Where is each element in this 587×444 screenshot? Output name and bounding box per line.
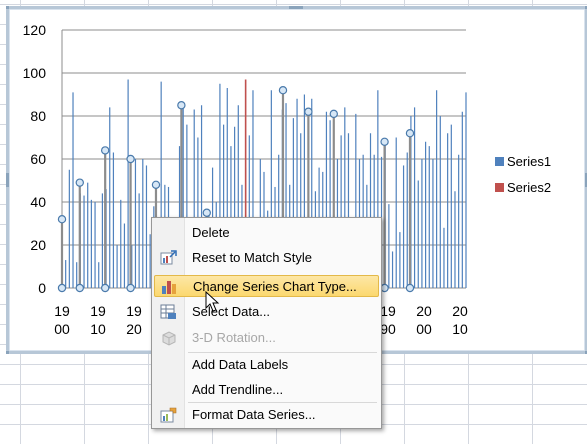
menu-item-label: Add Trendline... [192,382,284,397]
chart-type-icon [162,281,176,294]
x-tick-label: 19 [380,303,396,319]
menu-item-label: Reset to Match Style [192,250,312,265]
data-point-marker [380,283,389,293]
menu-item-3d-rotation[interactable]: 3-D Rotation... [154,327,379,349]
menu-separator [188,402,377,403]
y-tick-label: 60 [30,151,46,167]
reset-style-icon [160,250,177,265]
y-tick-label: 100 [23,65,47,81]
mouse-cursor-icon [205,291,220,312]
y-tick-label: 0 [38,280,46,296]
x-tick-label: 20 [126,321,142,337]
data-point-marker [75,178,84,187]
menu-item-add-data-labels[interactable]: Add Data Labels [154,354,379,376]
legend-entry: Series1 [507,154,551,169]
menu-item-label: 3-D Rotation... [192,330,276,345]
data-point-marker [405,283,415,293]
y-tick-label: 120 [23,22,47,38]
legend: Series1 Series2 [495,154,551,195]
data-point-marker [177,101,186,110]
menu-item-delete[interactable]: Delete [154,222,379,244]
menu-item-select-data[interactable]: Select Data... [154,301,379,323]
y-axis-tick-labels: 0 20 40 60 80 100 120 [23,22,47,296]
menu-item-change-series-chart-type[interactable]: Change Series Chart Type... [154,275,379,297]
data-point-marker [126,154,135,164]
x-tick-label: 00 [54,321,70,337]
data-point-marker [202,208,211,217]
data-point-marker [329,109,338,119]
x-tick-label: 19 [126,303,142,319]
legend-swatch [495,157,504,166]
data-point-marker [100,283,110,293]
x-tick-label: 20 [452,303,468,319]
data-point-marker [151,180,161,189]
menu-separator [188,352,377,353]
y-tick-label: 80 [30,108,46,124]
context-menu: Delete Reset to Match Style Change Serie… [151,217,382,429]
data-point-marker [304,107,313,116]
y-tick-label: 20 [30,237,46,253]
data-point-marker [100,146,110,155]
x-tick-label: 19 [90,303,106,319]
x-tick-label: 90 [380,321,396,337]
legend-entry: Series2 [507,180,551,195]
x-tick-label: 19 [54,303,70,319]
menu-item-label: Select Data... [192,304,271,319]
data-point-marker [126,283,135,293]
rotation-3d-icon [162,331,176,346]
x-tick-label: 10 [452,321,468,337]
menu-item-reset-to-match-style[interactable]: Reset to Match Style [154,247,379,269]
menu-item-label: Format Data Series... [192,407,316,422]
data-point-marker [57,214,67,224]
menu-item-label: Add Data Labels [192,357,289,372]
y-tick-label: 40 [30,194,46,210]
format-series-icon [160,407,177,423]
data-point-marker [57,283,67,293]
x-tick-label: 20 [416,303,432,319]
x-tick-label: 10 [90,321,106,337]
menu-item-format-data-series[interactable]: Format Data Series... [154,404,379,426]
data-point-marker [278,85,288,95]
data-point-marker [75,283,84,293]
x-tick-label: 00 [416,321,432,337]
legend-swatch [495,183,504,192]
data-point-marker [380,137,389,146]
data-point-marker [405,128,415,138]
menu-item-label: Delete [192,225,230,240]
menu-item-add-trendline[interactable]: Add Trendline... [154,379,379,401]
select-data-icon [160,304,176,319]
